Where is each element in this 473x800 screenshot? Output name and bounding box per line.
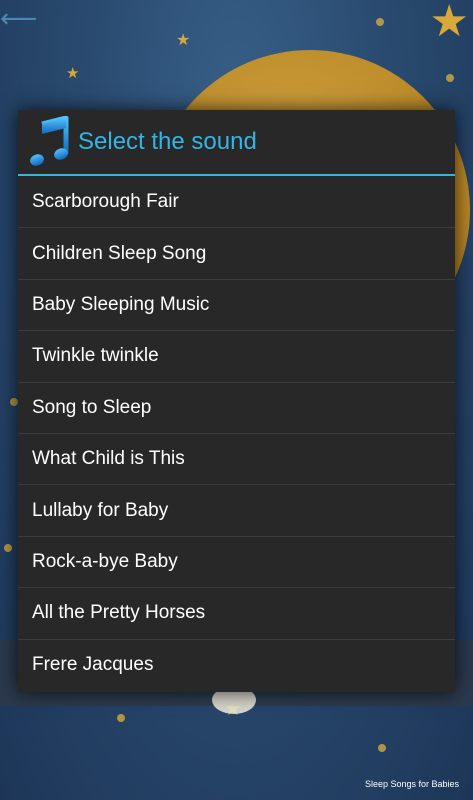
star-dot: [117, 714, 125, 722]
star-dot: [446, 74, 454, 82]
star-dot: [4, 544, 12, 552]
list-item[interactable]: Frere Jacques: [18, 638, 455, 690]
list-item[interactable]: All the Pretty Horses: [18, 587, 455, 638]
dialog-title: Select the sound: [78, 128, 257, 155]
app-caption: Sleep Songs for Babies: [364, 779, 459, 789]
arrow-left-icon[interactable]: ⟵: [0, 4, 48, 34]
star-icon: ★: [176, 30, 191, 49]
list-item[interactable]: What Child is This: [18, 432, 455, 484]
list-item[interactable]: Song to Sleep: [18, 381, 455, 433]
select-sound-dialog: Select the sound Scarborough Fair Childr…: [18, 110, 455, 692]
star-dot: [10, 398, 18, 406]
star-icon[interactable]: ★: [430, 0, 469, 44]
sound-list: Scarborough Fair Children Sleep Song Bab…: [18, 176, 455, 692]
music-note-icon: [30, 115, 70, 168]
list-item[interactable]: Baby Sleeping Music: [18, 278, 455, 330]
list-item[interactable]: Rock-a-bye Baby: [18, 535, 455, 587]
star-dot: [378, 744, 386, 752]
list-item[interactable]: Twinkle twinkle: [18, 330, 455, 381]
dialog-header: Select the sound: [18, 110, 455, 176]
list-item[interactable]: Lullaby for Baby: [18, 484, 455, 535]
star-icon: ★: [66, 64, 80, 82]
list-item[interactable]: Scarborough Fair: [18, 176, 455, 227]
list-item[interactable]: Children Sleep Song: [18, 227, 455, 278]
star-dot: [376, 18, 384, 26]
